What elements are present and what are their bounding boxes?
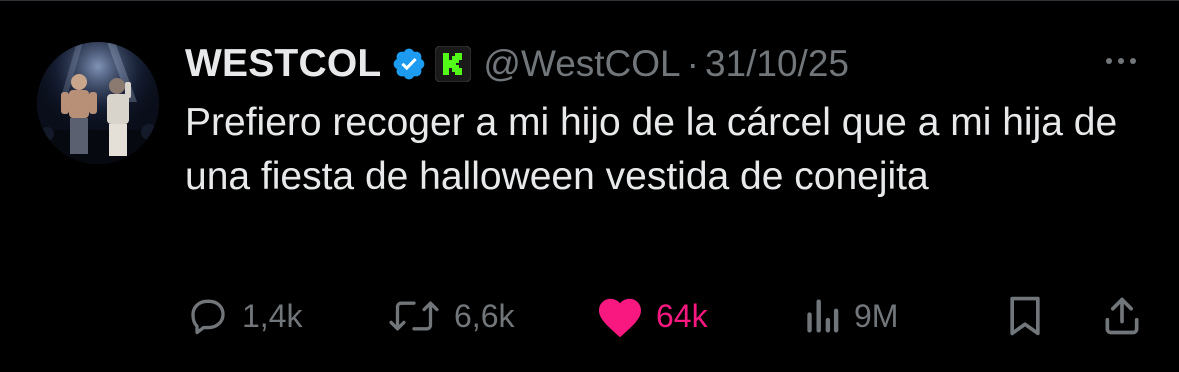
verified-badge-icon[interactable] [391,46,427,82]
header-separator: · [686,43,699,84]
repost-icon [386,294,442,338]
share-icon [1100,294,1144,338]
views-chart-icon [802,294,842,338]
avatar[interactable] [37,42,159,164]
share-button[interactable] [1100,286,1144,346]
author-handle[interactable]: @WestCOL [483,43,680,85]
views-button[interactable]: 9M [802,286,898,346]
more-options-icon[interactable] [1101,51,1141,71]
kick-logo-icon[interactable] [434,45,472,83]
action-bar: 1,4k 6,6k 64k 9M [0,286,1179,346]
tweet-text: Prefiero recoger a mi hijo de la cárcel … [185,101,1118,198]
tweet-date[interactable]: 31/10/25 [705,43,849,85]
heart-icon [596,294,644,338]
like-count: 64k [656,297,708,334]
bookmark-button[interactable] [1005,286,1045,346]
avatar-photo [37,42,159,164]
repost-count: 6,6k [454,297,515,334]
tweet-header: WESTCOL @WestCOL · 31/10/25 [185,39,849,89]
reply-count: 1,4k [242,297,303,334]
repost-button[interactable]: 6,6k [386,286,514,346]
views-count: 9M [854,297,899,334]
reply-button[interactable]: 1,4k [186,286,302,346]
bookmark-icon [1005,294,1045,338]
author-display-name[interactable]: WESTCOL [185,42,381,86]
reply-icon [186,294,230,338]
like-button[interactable]: 64k [596,286,708,346]
tweet[interactable]: WESTCOL @WestCOL · 31/10/25 Prefiero rec… [0,0,1179,372]
